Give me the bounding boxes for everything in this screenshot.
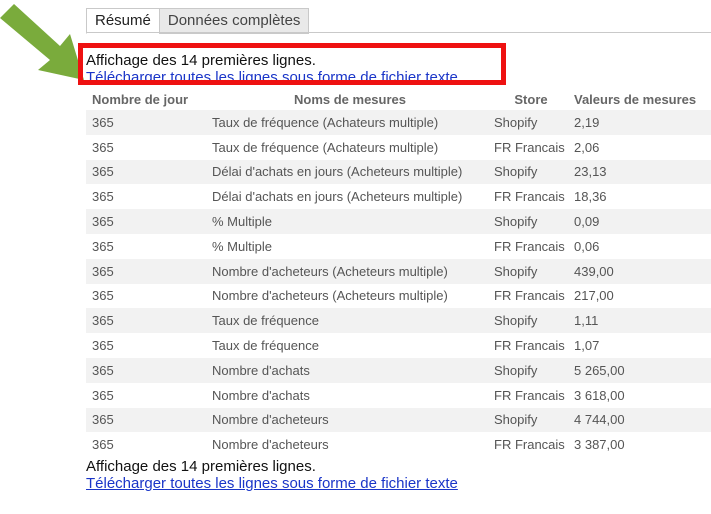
cell-nom-de-mesure: % Multiple <box>206 233 488 259</box>
cell-valeur: 2,06 <box>568 134 711 160</box>
cell-store: FR Francais <box>488 184 568 210</box>
cell-nombre-de-jour: 365 <box>86 184 206 210</box>
cell-store: FR Francais <box>488 432 568 458</box>
row-count-info-bottom: Affichage des 14 premières lignes. <box>86 458 316 475</box>
cell-nombre-de-jour: 365 <box>86 432 206 458</box>
cell-nom-de-mesure: Taux de fréquence (Achateurs multiple) <box>206 134 488 160</box>
download-link-bottom[interactable]: Télécharger toutes les lignes sous forme… <box>86 475 458 492</box>
table-row: 365 Nombre d'achats Shopify 5 265,00 <box>86 357 711 383</box>
cell-nombre-de-jour: 365 <box>86 258 206 284</box>
cell-valeur: 23,13 <box>568 159 711 185</box>
header-nombre-de-jour[interactable]: Nombre de jour <box>86 88 206 110</box>
cell-nom-de-mesure: Nombre d'achats <box>206 357 488 383</box>
cell-nombre-de-jour: 365 <box>86 407 206 433</box>
cell-store: Shopify <box>488 258 568 284</box>
table-row: 365 Taux de fréquence FR Francais 1,07 <box>86 333 711 358</box>
cell-nombre-de-jour: 365 <box>86 110 206 135</box>
cell-valeur: 5 265,00 <box>568 357 711 383</box>
table-row: 365 Délai d'achats en jours (Acheteurs mu… <box>86 184 711 210</box>
annotation-arrow-icon <box>0 4 84 80</box>
cell-nom-de-mesure: Nombre d'acheteurs (Acheteurs multiple) <box>206 258 488 284</box>
cell-nom-de-mesure: Délai d'achats en jours (Acheteurs multi… <box>206 159 488 185</box>
cell-nombre-de-jour: 365 <box>86 209 206 234</box>
cell-valeur: 439,00 <box>568 258 711 284</box>
table-row: 365 Nombre d'acheteurs (Acheteurs multipl… <box>86 283 711 309</box>
tab-bar: Résumé Données complètes <box>86 8 310 34</box>
table-row: 365 Délai d'achats en jours (Acheteurs mu… <box>86 159 711 185</box>
cell-nombre-de-jour: 365 <box>86 357 206 383</box>
cell-valeur: 1,07 <box>568 333 711 358</box>
table-row: 365% Multiple FR Francais 0,06 <box>86 233 711 259</box>
cell-nombre-de-jour: 365 <box>86 233 206 259</box>
tab-donnees-completes[interactable]: Données complètes <box>158 8 310 34</box>
cell-nombre-de-jour: 365 <box>86 283 206 309</box>
cell-nom-de-mesure: Nombre d'acheteurs (Acheteurs multiple) <box>206 283 488 309</box>
cell-nom-de-mesure: % Multiple <box>206 209 488 234</box>
cell-store: FR Francais <box>488 382 568 408</box>
cell-nom-de-mesure: Nombre d'acheteurs <box>206 432 488 458</box>
table-row: 365 Nombre d'acheteurs (Acheteurs multipl… <box>86 258 711 284</box>
cell-store: Shopify <box>488 159 568 185</box>
cell-valeur: 4 744,00 <box>568 407 711 433</box>
table-row: 365 Taux de fréquence (Achateurs multiple… <box>86 110 711 135</box>
summary-table: Nombre de jour Noms de mesures Store Val… <box>86 88 711 458</box>
tab-divider <box>86 32 711 33</box>
cell-valeur: 3 387,00 <box>568 432 711 458</box>
cell-nombre-de-jour: 365 <box>86 159 206 185</box>
table-row: 365 Taux de fréquence (Achateurs multiple… <box>86 134 711 160</box>
cell-valeur: 2,19 <box>568 110 711 135</box>
cell-store: Shopify <box>488 209 568 234</box>
cell-nom-de-mesure: Taux de fréquence <box>206 308 488 334</box>
cell-store: FR Francais <box>488 333 568 358</box>
cell-store: Shopify <box>488 357 568 383</box>
tab-resume[interactable]: Résumé <box>86 8 160 34</box>
cell-valeur: 217,00 <box>568 283 711 309</box>
cell-nombre-de-jour: 365 <box>86 308 206 334</box>
cell-store: FR Francais <box>488 283 568 309</box>
table-row: 365 Nombre d'acheteurs FR Francais 3 387,00 <box>86 432 711 458</box>
header-store[interactable]: Store <box>488 88 568 110</box>
cell-nom-de-mesure: Taux de fréquence (Achateurs multiple) <box>206 110 488 135</box>
cell-valeur: 0,09 <box>568 209 711 234</box>
cell-store: FR Francais <box>488 134 568 160</box>
highlight-box <box>78 43 506 85</box>
header-noms-de-mesures[interactable]: Noms de mesures <box>206 88 488 110</box>
cell-nombre-de-jour: 365 <box>86 382 206 408</box>
cell-nom-de-mesure: Nombre d'achats <box>206 382 488 408</box>
cell-nombre-de-jour: 365 <box>86 333 206 358</box>
cell-store: Shopify <box>488 110 568 135</box>
cell-nom-de-mesure: Nombre d'acheteurs <box>206 407 488 433</box>
cell-store: Shopify <box>488 308 568 334</box>
cell-valeur: 0,06 <box>568 233 711 259</box>
cell-nombre-de-jour: 365 <box>86 134 206 160</box>
table-row: 365 Taux de fréquence Shopify 1,11 <box>86 308 711 334</box>
table-row: 365% Multiple Shopify 0,09 <box>86 209 711 234</box>
table-row: 365 Nombre d'acheteurs Shopify 4 744,00 <box>86 407 711 433</box>
cell-valeur: 18,36 <box>568 184 711 210</box>
cell-valeur: 3 618,00 <box>568 382 711 408</box>
cell-store: Shopify <box>488 407 568 433</box>
cell-valeur: 1,11 <box>568 308 711 334</box>
cell-nom-de-mesure: Taux de fréquence <box>206 333 488 358</box>
cell-nom-de-mesure: Délai d'achats en jours (Acheteurs multi… <box>206 184 488 210</box>
table-row: 365 Nombre d'achats FR Francais 3 618,00 <box>86 382 711 408</box>
page: Résumé Données complètes Affichage des 1… <box>0 0 711 514</box>
table-header-row: Nombre de jour Noms de mesures Store Val… <box>86 88 711 110</box>
cell-store: FR Francais <box>488 233 568 259</box>
header-valeurs-de-mesures[interactable]: Valeurs de mesures <box>568 88 711 110</box>
